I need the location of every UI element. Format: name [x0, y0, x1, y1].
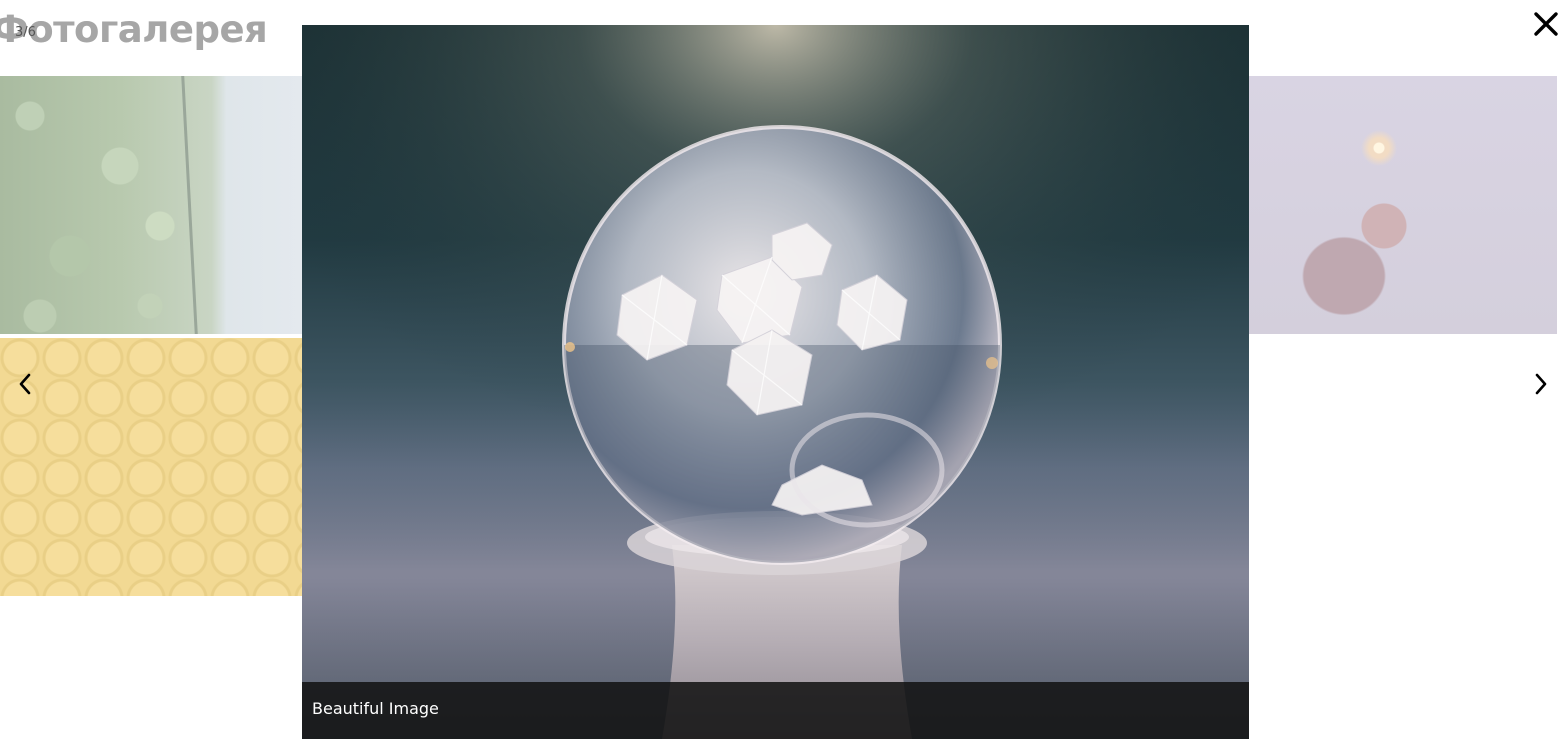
gallery-thumb-forest — [0, 76, 302, 334]
frozen-bubble-photo — [302, 25, 1249, 739]
forest-road — [181, 76, 198, 334]
close-icon — [1534, 12, 1558, 36]
image-counter: 3/6 — [15, 25, 36, 40]
lightbox-page: Фотогалерея 3/6 Beautiful Image — [0, 0, 1568, 739]
previous-image-button[interactable] — [10, 366, 40, 402]
caption-bar: Beautiful Image — [302, 682, 1249, 739]
page-title: Фотогалерея — [0, 8, 268, 51]
gallery-thumb-lego — [0, 338, 302, 596]
chevron-right-icon — [1535, 373, 1547, 395]
chevron-left-icon — [19, 373, 31, 395]
gallery-thumb-sparkler — [1249, 76, 1557, 334]
next-image-button[interactable] — [1526, 366, 1556, 402]
image-caption: Beautiful Image — [312, 699, 439, 718]
close-button[interactable] — [1530, 8, 1562, 40]
lightbox-image[interactable]: Beautiful Image — [302, 25, 1249, 739]
